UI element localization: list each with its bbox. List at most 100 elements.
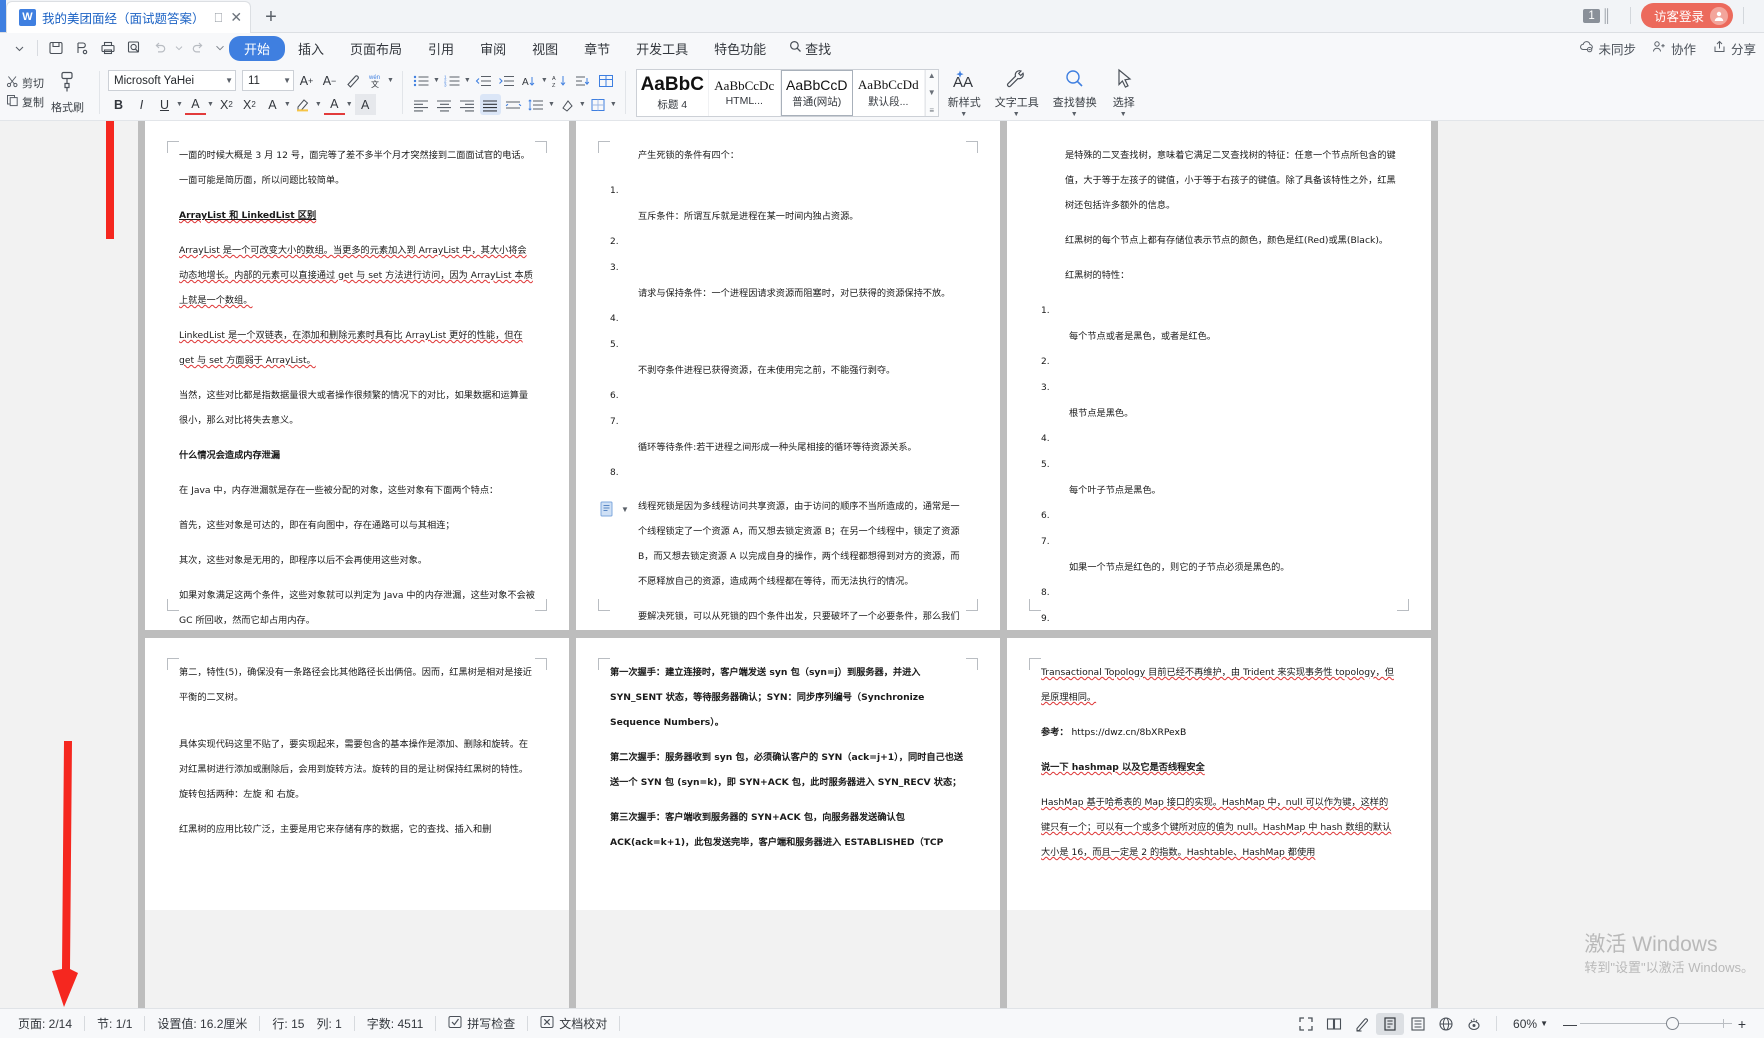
clear-formatting-icon[interactable]	[342, 70, 363, 91]
align-center-icon[interactable]	[434, 94, 455, 115]
reference-link[interactable]: https://dwz.cn/8bXRPexB	[1069, 727, 1186, 738]
character-shading-icon[interactable]: A	[354, 94, 376, 115]
decrease-font-size-icon[interactable]: A −	[319, 70, 340, 91]
present-icon[interactable]: ⎕	[215, 10, 223, 26]
window-count-badge[interactable]: 1	[1583, 8, 1600, 23]
font-size-combobox[interactable]: 11 ▼	[242, 70, 294, 91]
page-3[interactable]: 产生死锁的条件有四个： 1. 互斥条件：所谓互斥就是进程在某一时间内独占资源。 …	[576, 121, 1000, 631]
collaborate-button[interactable]: 协作	[1652, 39, 1696, 58]
print-preview-icon[interactable]	[121, 36, 147, 60]
styles-expand-icon[interactable]: ≡	[929, 106, 934, 115]
scroll-up-icon[interactable]: ▲	[928, 71, 936, 80]
distributed-align-icon[interactable]	[503, 94, 524, 115]
font-family-combobox[interactable]: Microsoft YaHei ▼	[108, 70, 236, 91]
chevron-down-icon[interactable]: ▼	[283, 76, 291, 85]
sort-icon[interactable]: AZ	[550, 70, 571, 91]
chevron-down-icon[interactable]: ▼	[621, 505, 629, 514]
share-button[interactable]: 分享	[1712, 39, 1756, 58]
tab-view[interactable]: 视图	[519, 36, 571, 61]
style-item-3[interactable]: AaBbCcDd 默认段...	[853, 69, 925, 116]
window-list-icon[interactable]: ║	[1602, 8, 1611, 23]
numbered-list-icon[interactable]: 123	[442, 70, 463, 91]
zoom-knob[interactable]	[1666, 1017, 1679, 1030]
decrease-indent-icon[interactable]	[473, 70, 494, 91]
proofread-button[interactable]: 文档校对	[528, 1015, 619, 1032]
page-view-icon[interactable]	[1376, 1012, 1405, 1035]
chevron-down-icon[interactable]: ▼	[433, 77, 440, 84]
zoom-track[interactable]	[1580, 1017, 1732, 1030]
menu-search-button[interactable]: 查找	[779, 36, 841, 61]
status-section[interactable]: 节: 1/1	[85, 1015, 144, 1032]
document-canvas[interactable]: 一面的时候大概是 3 月 12 号，面完等了差不多半个月才突然接到二面面试官的电…	[0, 121, 1764, 1008]
zoom-slider[interactable]: — +	[1556, 1016, 1752, 1032]
align-left-icon[interactable]	[411, 94, 432, 115]
tab-insert[interactable]: 插入	[285, 36, 337, 61]
close-tab-icon[interactable]: ✕	[230, 9, 242, 26]
book-view-icon[interactable]	[1320, 1013, 1348, 1035]
tab-developer-tools[interactable]: 开发工具	[623, 36, 701, 61]
subscript-icon[interactable]: X2	[239, 94, 260, 115]
status-row[interactable]: 行: 15	[260, 1015, 316, 1032]
save-as-cloud-icon[interactable]	[69, 36, 95, 60]
undo-icon[interactable]	[147, 36, 173, 60]
text-direction-icon[interactable]: A	[519, 70, 540, 91]
edit-pen-icon[interactable]	[1348, 1013, 1376, 1035]
page-5[interactable]: 是特殊的二叉查找树，意味着它满足二叉查找树的特征：任意一个节点所包含的键值，大于…	[1007, 121, 1431, 631]
sync-status-button[interactable]: 未同步	[1579, 39, 1636, 58]
tab-review[interactable]: 审阅	[467, 36, 519, 61]
chevron-down-icon[interactable]: ▼	[346, 101, 353, 108]
scroll-down-icon[interactable]: ▼	[928, 88, 936, 97]
chevron-down-icon[interactable]: ▼	[387, 77, 394, 84]
page-6[interactable]: Transactional Topology 目前已经不再维护，由 Triden…	[1007, 638, 1431, 910]
document-tab[interactable]: W 我的美团面经（面试题答案） ⎕ ✕	[6, 1, 252, 33]
format-painter-button[interactable]: 格式刷	[44, 71, 91, 115]
tab-start[interactable]: 开始	[229, 35, 286, 61]
copy-button[interactable]: 复制	[6, 94, 44, 110]
zoom-level-button[interactable]: 60% ▼	[1505, 1017, 1556, 1031]
text-highlight-icon[interactable]: A	[184, 94, 206, 115]
status-col[interactable]: 列: 1	[316, 1015, 353, 1032]
style-item-1[interactable]: AaBbCcDc HTML...	[709, 69, 781, 116]
page-2[interactable]: 第二，特性(5)，确保没有一条路径会比其他路径长出俩倍。因而，红黑树是相对是接近…	[145, 638, 569, 910]
cut-button[interactable]: 剪切	[6, 75, 44, 91]
spellcheck-button[interactable]: 拼写检查	[436, 1015, 527, 1032]
chevron-down-icon[interactable]: ▼	[464, 77, 471, 84]
superscript-icon[interactable]: X2	[216, 94, 237, 115]
status-word-count[interactable]: 字数: 4511	[355, 1015, 435, 1032]
line-spacing-icon[interactable]	[526, 94, 547, 115]
web-view-icon[interactable]	[1432, 1013, 1460, 1035]
align-right-icon[interactable]	[457, 94, 478, 115]
guest-login-button[interactable]: 访客登录	[1640, 3, 1733, 28]
chevron-down-icon[interactable]: ▼	[579, 101, 586, 108]
style-item-0[interactable]: AaBbC 标题 4	[637, 69, 709, 116]
chevron-down-icon[interactable]: ▼	[284, 101, 291, 108]
justify-icon[interactable]	[479, 94, 501, 115]
highlight-marker-icon[interactable]	[293, 94, 314, 115]
paste-options-marker[interactable]: ▼	[600, 501, 629, 518]
shading-icon[interactable]	[557, 94, 578, 115]
style-item-2[interactable]: AaBbCcD 普通(网站)	[780, 69, 853, 116]
show-formatting-marks-icon[interactable]	[573, 70, 594, 91]
chevron-down-icon[interactable]: ▼	[548, 101, 555, 108]
chevron-down-icon[interactable]: ▼	[225, 76, 233, 85]
borders-icon[interactable]	[588, 94, 609, 115]
print-icon[interactable]	[95, 36, 121, 60]
fullscreen-icon[interactable]	[1292, 1013, 1320, 1035]
styles-gallery[interactable]: AaBbC 标题 4 AaBbCcDc HTML... AaBbCcD 普通(网…	[635, 68, 939, 117]
italic-icon[interactable]: I	[131, 94, 152, 115]
zoom-out-button[interactable]: —	[1560, 1016, 1580, 1032]
redo-icon[interactable]	[185, 36, 211, 60]
undo-dropdown-icon[interactable]	[173, 36, 185, 60]
chevron-down-icon[interactable]: ▼	[207, 101, 214, 108]
text-effects-icon[interactable]: A	[262, 94, 283, 115]
chevron-down-icon[interactable]: ▼	[176, 101, 183, 108]
underline-icon[interactable]: U	[154, 94, 175, 115]
save-icon[interactable]	[43, 36, 69, 60]
tab-page-layout[interactable]: 页面布局	[337, 36, 415, 61]
insert-table-icon[interactable]	[596, 70, 617, 91]
new-tab-button[interactable]: +	[251, 2, 291, 32]
quick-access-more-icon[interactable]	[211, 36, 229, 60]
increase-font-size-icon[interactable]: A +	[296, 70, 317, 91]
status-setting-value[interactable]: 设置值: 16.2厘米	[145, 1015, 259, 1032]
pinyin-guide-icon[interactable]: wén 文	[365, 70, 386, 91]
